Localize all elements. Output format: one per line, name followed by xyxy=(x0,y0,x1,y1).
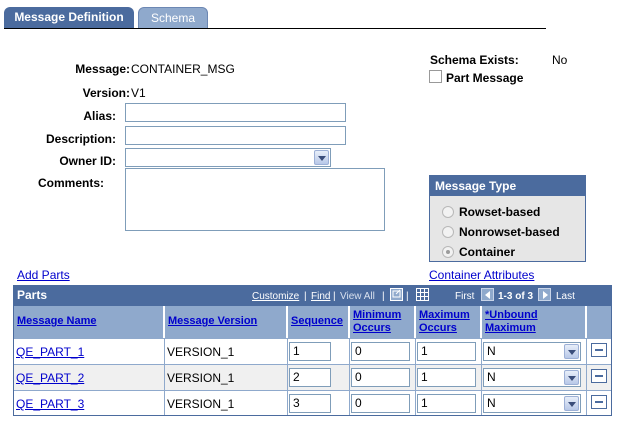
message-type-title: Message Type xyxy=(430,176,585,196)
first-text: First xyxy=(455,291,475,302)
alias-label: Alias: xyxy=(83,109,116,123)
part-message-label: Part Message xyxy=(446,71,524,85)
table-row: QE_PART_2 VERSION_1 2 0 1 N xyxy=(14,364,611,390)
minimum-occurs-input[interactable]: 0 xyxy=(351,394,410,413)
radio-rowset-label: Rowset-based xyxy=(459,205,541,219)
tab-underline xyxy=(4,28,546,29)
grid-sep: | xyxy=(382,291,385,302)
col-header-message-version: Message Version xyxy=(165,306,287,338)
sequence-input[interactable]: 3 xyxy=(289,394,331,413)
minimum-occurs-input[interactable]: 0 xyxy=(351,368,410,387)
sort-occurs-link[interactable]: Occurs xyxy=(353,322,391,335)
message-type-group: Message Type Rowset-based Nonrowset-base… xyxy=(429,175,586,262)
col-header-delete xyxy=(587,306,611,338)
col-header-minimum-occurs: Minimum Occurs xyxy=(350,306,415,338)
delete-row-icon[interactable] xyxy=(591,395,607,409)
table-row: QE_PART_1 VERSION_1 1 0 1 N xyxy=(14,338,611,364)
radio-icon[interactable] xyxy=(442,226,454,238)
maximum-occurs-input[interactable]: 1 xyxy=(417,394,476,413)
delete-row-icon[interactable] xyxy=(591,369,607,383)
unbound-maximum-select[interactable]: N xyxy=(483,342,581,361)
sort-occurs-link[interactable]: Occurs xyxy=(419,322,457,335)
message-version-cell: VERSION_1 xyxy=(167,371,235,385)
find-link[interactable]: Find xyxy=(311,291,330,302)
maximum-occurs-input[interactable]: 1 xyxy=(417,342,476,361)
view-all-text: View All xyxy=(340,291,375,302)
description-input[interactable] xyxy=(125,126,346,145)
grid-sep: | xyxy=(304,291,307,302)
sort-message-version-link[interactable]: Message Version xyxy=(168,315,257,328)
customize-link[interactable]: Customize xyxy=(252,291,299,302)
schema-exists-label: Schema Exists: xyxy=(430,53,519,67)
owner-id-select[interactable] xyxy=(125,148,331,167)
col-header-message-name: Message Name xyxy=(14,306,164,338)
message-name-link[interactable]: QE_PART_3 xyxy=(16,397,84,411)
unbound-value: N xyxy=(487,370,496,384)
radio-selected-icon[interactable] xyxy=(442,246,454,258)
part-message-checkbox[interactable] xyxy=(429,70,442,83)
tab-message-definition[interactable]: Message Definition xyxy=(4,7,134,29)
version-label: Version: xyxy=(82,86,130,100)
comments-textarea[interactable] xyxy=(125,168,385,231)
sort-maximum-link[interactable]: Maximum xyxy=(419,309,470,322)
parts-grid: Parts Customize | Find | View All | | Fi… xyxy=(13,285,612,416)
tab-schema[interactable]: Schema xyxy=(138,7,208,29)
grid-sep: | xyxy=(406,291,409,302)
chevron-down-icon[interactable] xyxy=(564,370,579,385)
message-value: CONTAINER_MSG xyxy=(131,62,235,76)
chevron-down-icon[interactable] xyxy=(564,344,579,359)
container-attributes-link[interactable]: Container Attributes xyxy=(429,268,534,282)
grid-title: Parts xyxy=(17,288,48,302)
message-label: Message: xyxy=(75,62,130,76)
alias-input[interactable] xyxy=(125,103,346,122)
sort-message-name-link[interactable]: Message Name xyxy=(17,315,97,328)
radio-container-label: Container xyxy=(459,245,516,259)
column-divider xyxy=(349,338,350,415)
row-range: 1-3 of 3 xyxy=(498,291,534,302)
unbound-value: N xyxy=(487,396,496,410)
download-grid-icon[interactable] xyxy=(416,288,429,301)
unbound-maximum-select[interactable]: N xyxy=(483,394,581,413)
version-value: V1 xyxy=(131,86,146,100)
sort-unbound-link[interactable]: *Unbound xyxy=(485,309,538,322)
schema-exists-value: No xyxy=(552,53,568,67)
table-row: QE_PART_3 VERSION_1 3 0 1 N xyxy=(14,390,611,416)
grid-title-bar: Parts Customize | Find | View All | | Fi… xyxy=(14,286,611,306)
last-text: Last xyxy=(556,291,575,302)
message-name-link[interactable]: QE_PART_2 xyxy=(16,371,84,385)
column-divider xyxy=(287,338,288,415)
column-divider xyxy=(415,338,416,415)
col-header-maximum-occurs: Maximum Occurs xyxy=(416,306,481,338)
add-parts-link[interactable]: Add Parts xyxy=(17,268,70,282)
maximum-occurs-input[interactable]: 1 xyxy=(417,368,476,387)
message-version-cell: VERSION_1 xyxy=(167,397,235,411)
unbound-value: N xyxy=(487,344,496,358)
radio-icon[interactable] xyxy=(442,206,454,218)
previous-icon[interactable] xyxy=(481,288,494,301)
sort-minimum-link[interactable]: Minimum xyxy=(353,309,401,322)
owner-id-label: Owner ID: xyxy=(59,154,116,168)
delete-row-icon[interactable] xyxy=(591,343,607,357)
grid-sep: | xyxy=(333,291,336,302)
radio-nonrowset-label: Nonrowset-based xyxy=(459,225,560,239)
minimum-occurs-input[interactable]: 0 xyxy=(351,342,410,361)
chevron-down-icon[interactable] xyxy=(314,150,329,165)
message-name-link[interactable]: QE_PART_1 xyxy=(16,345,84,359)
description-label: Description: xyxy=(45,132,116,146)
sort-sequence-link[interactable]: Sequence xyxy=(291,315,343,328)
sort-unbound-maximum-link[interactable]: Maximum xyxy=(485,322,536,335)
sequence-input[interactable]: 1 xyxy=(289,342,331,361)
next-icon[interactable] xyxy=(538,288,551,301)
sequence-input[interactable]: 2 xyxy=(289,368,331,387)
comments-label: Comments: xyxy=(37,176,104,190)
chevron-down-icon[interactable] xyxy=(564,396,579,411)
message-version-cell: VERSION_1 xyxy=(167,345,235,359)
column-divider xyxy=(586,338,587,415)
new-window-icon[interactable] xyxy=(390,288,403,301)
unbound-maximum-select[interactable]: N xyxy=(483,368,581,387)
column-divider xyxy=(164,338,165,415)
column-divider xyxy=(481,338,482,415)
col-header-sequence: Sequence xyxy=(288,306,349,338)
col-header-unbound-maximum: *Unbound Maximum xyxy=(482,306,586,338)
